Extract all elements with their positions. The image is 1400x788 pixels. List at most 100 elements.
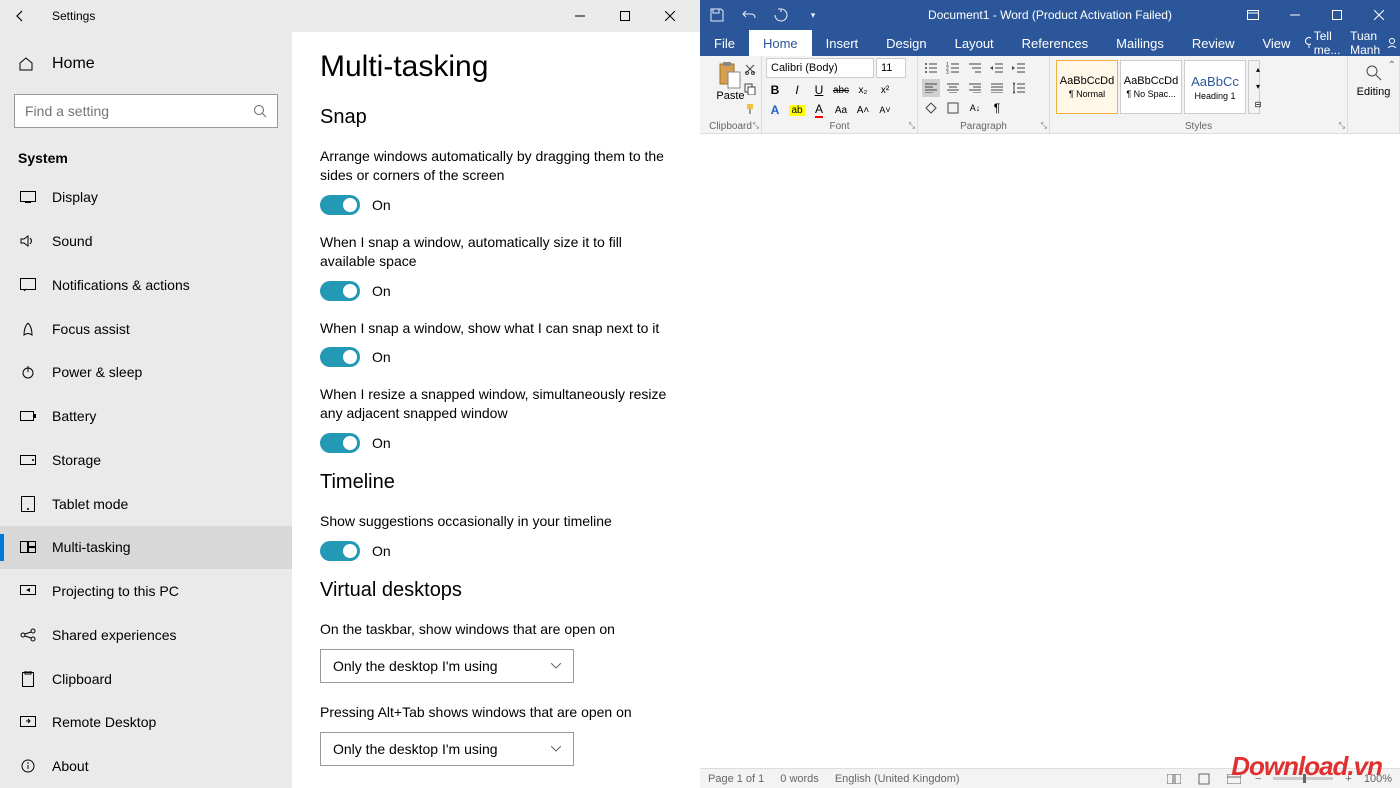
- qa-customize[interactable]: ▾: [804, 6, 822, 24]
- italic-button[interactable]: I: [788, 81, 806, 99]
- minimize-button[interactable]: [557, 0, 602, 32]
- save-button[interactable]: [708, 6, 726, 24]
- snap-opt4-toggle[interactable]: [320, 433, 360, 453]
- text-effects-button[interactable]: A: [766, 101, 784, 119]
- line-spacing-button[interactable]: [1010, 79, 1028, 97]
- tell-me[interactable]: Tell me...: [1304, 29, 1344, 57]
- align-center-button[interactable]: [944, 79, 962, 97]
- collapse-ribbon[interactable]: ⌃: [1388, 60, 1396, 71]
- snap-opt3-toggle[interactable]: [320, 347, 360, 367]
- tab-view[interactable]: View: [1248, 30, 1304, 56]
- close-button[interactable]: [647, 0, 692, 32]
- nav-focus-assist[interactable]: Focus assist: [0, 307, 292, 351]
- bullets-button[interactable]: [922, 59, 940, 77]
- font-color-button[interactable]: A: [810, 101, 828, 119]
- view-read[interactable]: [1165, 770, 1183, 788]
- numbering-button[interactable]: 123: [944, 59, 962, 77]
- underline-button[interactable]: U: [810, 81, 828, 99]
- vd-opt2-dropdown[interactable]: Only the desktop I'm using: [320, 732, 574, 766]
- snap-opt2-toggle[interactable]: [320, 281, 360, 301]
- bold-button[interactable]: B: [766, 81, 784, 99]
- align-right-button[interactable]: [966, 79, 984, 97]
- maximize-button[interactable]: [602, 0, 647, 32]
- word-maximize-button[interactable]: [1316, 0, 1358, 30]
- redo-button[interactable]: [772, 6, 790, 24]
- find-button[interactable]: [1365, 58, 1383, 82]
- font-expand[interactable]: ⤡: [909, 121, 915, 131]
- tab-file[interactable]: File: [700, 30, 749, 56]
- cut-button[interactable]: [741, 60, 759, 78]
- font-name-select[interactable]: Calibri (Body): [766, 58, 874, 78]
- word-minimize-button[interactable]: [1274, 0, 1316, 30]
- document-area[interactable]: [700, 134, 1400, 768]
- nav-sound[interactable]: Sound: [0, 219, 292, 263]
- tab-mailings[interactable]: Mailings: [1102, 30, 1178, 56]
- change-case-button[interactable]: Aa: [832, 101, 850, 119]
- format-painter-button[interactable]: [741, 100, 759, 118]
- shrink-font-button[interactable]: A˅: [876, 101, 894, 119]
- nav-multi-tasking[interactable]: Multi-tasking: [0, 526, 292, 570]
- shading-button[interactable]: [922, 99, 940, 117]
- nav-notifications[interactable]: Notifications & actions: [0, 263, 292, 307]
- timeline-opt1-toggle[interactable]: [320, 541, 360, 561]
- justify-button[interactable]: [988, 79, 1006, 97]
- multilevel-button[interactable]: [966, 59, 984, 77]
- nav-clipboard[interactable]: Clipboard: [0, 657, 292, 701]
- grow-font-button[interactable]: A˄: [854, 101, 872, 119]
- tab-references[interactable]: References: [1008, 30, 1102, 56]
- copy-button[interactable]: [741, 80, 759, 98]
- style-no-spacing[interactable]: AaBbCcDd¶ No Spac...: [1120, 60, 1182, 114]
- search-box[interactable]: [14, 94, 278, 128]
- tab-review[interactable]: Review: [1178, 30, 1249, 56]
- nav-storage[interactable]: Storage: [0, 438, 292, 482]
- search-input[interactable]: [25, 103, 253, 119]
- styles-scroll-down[interactable]: ▾: [1249, 78, 1267, 95]
- strikethrough-button[interactable]: abc: [832, 81, 850, 99]
- styles-scroll-up[interactable]: ▴: [1249, 61, 1267, 78]
- zoom-out[interactable]: −: [1255, 773, 1261, 785]
- decrease-indent-button[interactable]: [988, 59, 1006, 77]
- styles-more[interactable]: ⊟: [1249, 96, 1267, 113]
- style-normal[interactable]: AaBbCcDd¶ Normal: [1056, 60, 1118, 114]
- nav-shared-experiences[interactable]: Shared experiences: [0, 613, 292, 657]
- tab-layout[interactable]: Layout: [941, 30, 1008, 56]
- sidebar-home[interactable]: Home: [0, 42, 292, 86]
- view-web[interactable]: [1225, 770, 1243, 788]
- highlight-button[interactable]: ab: [788, 101, 806, 119]
- back-button[interactable]: [8, 4, 32, 28]
- tab-home[interactable]: Home: [749, 30, 812, 56]
- undo-button[interactable]: [740, 6, 758, 24]
- align-left-button[interactable]: [922, 79, 940, 97]
- status-language[interactable]: English (United Kingdom): [835, 773, 960, 785]
- vd-opt1-dropdown[interactable]: Only the desktop I'm using: [320, 649, 574, 683]
- increase-indent-button[interactable]: [1010, 59, 1028, 77]
- nav-display[interactable]: Display: [0, 176, 292, 220]
- status-page[interactable]: Page 1 of 1: [708, 773, 764, 785]
- snap-opt1-toggle[interactable]: [320, 195, 360, 215]
- font-size-select[interactable]: 11: [876, 58, 906, 78]
- nav-projecting[interactable]: Projecting to this PC: [0, 569, 292, 613]
- borders-button[interactable]: [944, 99, 962, 117]
- view-print[interactable]: [1195, 770, 1213, 788]
- user-name[interactable]: Tuan Manh: [1350, 29, 1380, 57]
- nav-remote-desktop[interactable]: Remote Desktop: [0, 701, 292, 745]
- styles-expand[interactable]: ⤡: [1339, 121, 1345, 131]
- nav-power-sleep[interactable]: Power & sleep: [0, 351, 292, 395]
- nav-about[interactable]: About: [0, 744, 292, 788]
- zoom-value[interactable]: 100%: [1364, 773, 1392, 785]
- show-marks-button[interactable]: ¶: [988, 99, 1006, 117]
- settings-content[interactable]: Multi-tasking Snap Arrange windows autom…: [292, 32, 700, 788]
- status-words[interactable]: 0 words: [780, 773, 819, 785]
- subscript-button[interactable]: x₂: [854, 81, 872, 99]
- style-heading1[interactable]: AaBbCcHeading 1: [1184, 60, 1246, 114]
- superscript-button[interactable]: x²: [876, 81, 894, 99]
- word-close-button[interactable]: [1358, 0, 1400, 30]
- zoom-in[interactable]: +: [1345, 773, 1351, 785]
- clipboard-expand[interactable]: ⤡: [753, 121, 759, 131]
- sort-button[interactable]: A↓: [966, 99, 984, 117]
- ribbon-display-button[interactable]: [1232, 0, 1274, 30]
- tab-design[interactable]: Design: [872, 30, 940, 56]
- zoom-slider[interactable]: [1273, 777, 1333, 780]
- nav-battery[interactable]: Battery: [0, 394, 292, 438]
- share-button[interactable]: Share: [1386, 36, 1400, 50]
